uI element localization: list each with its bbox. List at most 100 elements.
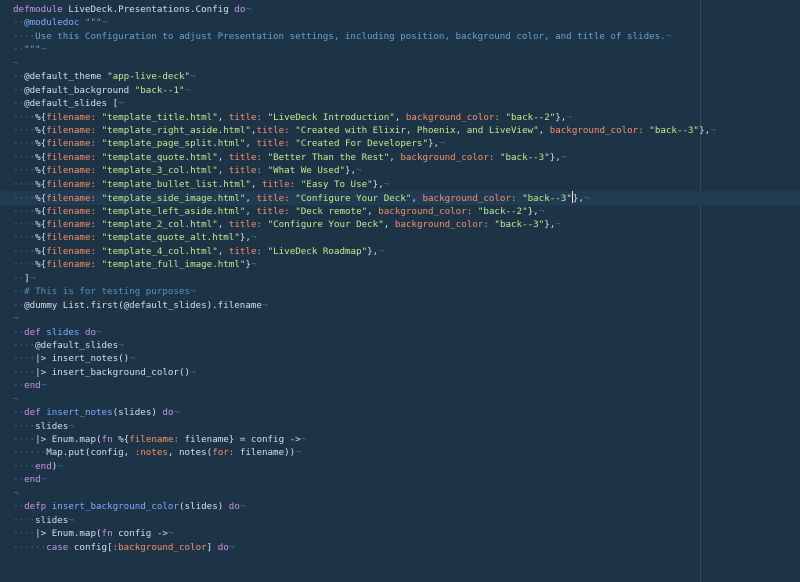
- code-line[interactable]: ····|> insert_background_color()¬: [13, 366, 800, 379]
- code-token: do: [234, 4, 246, 15]
- code-line[interactable]: ····%{filename: "template_page_split.htm…: [13, 137, 800, 150]
- code-token: ····: [13, 528, 36, 540]
- code-token: },: [527, 205, 539, 217]
- code-line[interactable]: ··end¬: [13, 379, 800, 392]
- code-line[interactable]: ····%{filename: "template_quote.html", t…: [13, 151, 800, 164]
- code-line[interactable]: ¬: [13, 312, 800, 325]
- code-line[interactable]: ····%{filename: "template_right_aside.ht…: [13, 124, 800, 137]
- code-token: %{: [35, 111, 47, 123]
- code-line[interactable]: ··def insert_notes(slides) do¬: [13, 406, 800, 419]
- code-line[interactable]: ··def slides do¬: [13, 326, 800, 339]
- code-token: Use this Configuration to adjust Present…: [35, 30, 666, 42]
- code-line[interactable]: ····%{filename: "template_title.html", t…: [13, 111, 800, 124]
- code-token: filename:: [46, 151, 97, 163]
- code-line[interactable]: ··end¬: [13, 473, 800, 486]
- code-line[interactable]: ··"""¬: [13, 43, 800, 56]
- code-token: ¬: [560, 151, 567, 163]
- code-line[interactable]: ····%{filename: "template_4_col.html", t…: [13, 245, 800, 258]
- code-line[interactable]: ¬: [13, 57, 800, 70]
- code-token: ····: [13, 165, 36, 177]
- code-line[interactable]: ··# This is for testing purposes¬: [13, 285, 800, 298]
- code-token: %{: [35, 259, 47, 271]
- code-line[interactable]: ····@default_slides¬: [13, 339, 800, 352]
- code-token: ··: [13, 326, 25, 338]
- code-token: },: [367, 245, 379, 257]
- code-token: %{: [35, 245, 47, 257]
- code-lines[interactable]: defmodule LiveDeck.Presentations.Config …: [0, 3, 800, 554]
- code-token: title:: [228, 151, 263, 163]
- code-token: title:: [256, 138, 290, 150]
- code-token: filename:: [46, 205, 97, 217]
- code-editor[interactable]: defmodule LiveDeck.Presentations.Config …: [0, 0, 800, 582]
- code-token: insert_notes: [46, 407, 113, 419]
- code-line[interactable]: ¬: [13, 393, 800, 406]
- code-token: ····: [13, 434, 36, 445]
- code-line[interactable]: ······Map.put(config, :notes, notes(for:…: [13, 446, 800, 459]
- code-line[interactable]: ··@moduledoc """¬: [13, 16, 800, 29]
- code-line[interactable]: ····%{filename: "template_side_image.htm…: [0, 191, 800, 205]
- code-line[interactable]: ····%{filename: "template_quote_alt.html…: [13, 231, 800, 244]
- code-token: ,: [217, 245, 229, 257]
- code-token: filename:: [46, 259, 97, 271]
- code-line[interactable]: defmodule LiveDeck.Presentations.Config …: [13, 3, 800, 16]
- code-line[interactable]: ····end)¬: [13, 460, 800, 473]
- code-token: ,: [217, 111, 229, 123]
- code-token: ¬: [13, 393, 19, 405]
- code-token: %{: [35, 165, 47, 177]
- code-token: ,: [538, 124, 550, 136]
- code-token: background_color:: [378, 205, 473, 217]
- code-token: "template_left_aside.html": [101, 205, 246, 217]
- code-token: ····: [13, 205, 36, 217]
- code-line[interactable]: ··defp insert_background_color(slides) d…: [13, 500, 800, 513]
- code-token: ¬: [173, 407, 180, 419]
- code-line[interactable]: ······case config[:background_color] do¬: [13, 541, 800, 554]
- code-token: %{: [35, 232, 47, 244]
- code-line[interactable]: ····%{filename: "template_2_col.html", t…: [13, 218, 800, 231]
- code-line[interactable]: ··@default_theme "app-live-deck"¬: [13, 70, 800, 83]
- code-token: end: [24, 380, 41, 392]
- code-line[interactable]: ····Use this Configuration to adjust Pre…: [13, 30, 800, 43]
- code-token: do: [162, 407, 174, 419]
- code-token: |> Enum.map(: [35, 434, 102, 445]
- code-token: ····: [13, 178, 36, 190]
- code-token: for:: [212, 447, 235, 459]
- code-token: config ->: [112, 528, 168, 540]
- code-token: title:: [256, 205, 290, 217]
- code-token: ··: [13, 299, 25, 311]
- code-line[interactable]: ····slides¬: [13, 420, 800, 433]
- code-token: fn: [101, 528, 113, 540]
- code-token: %{: [112, 434, 130, 445]
- code-line[interactable]: ¬: [13, 487, 800, 500]
- code-token: ······: [13, 541, 47, 553]
- code-token: ····: [13, 151, 36, 163]
- code-token: ,: [217, 151, 229, 163]
- code-line[interactable]: ··]¬: [13, 272, 800, 285]
- code-token: ,: [245, 138, 257, 150]
- code-token: },: [699, 124, 711, 136]
- code-token: ,: [394, 111, 406, 123]
- code-line[interactable]: ····slides¬: [13, 514, 800, 527]
- code-line[interactable]: ··@dummy List.first(@default_slides).fil…: [13, 299, 800, 312]
- code-token: ,: [367, 205, 379, 217]
- code-token: },: [544, 219, 556, 230]
- code-token: ¬: [245, 4, 251, 15]
- code-line[interactable]: ····|> Enum.map(fn %{filename: filename}…: [13, 433, 800, 446]
- code-token: ¬: [250, 232, 257, 244]
- code-line[interactable]: ····|> Enum.map(fn config ->¬: [13, 527, 800, 540]
- code-line[interactable]: ····%{filename: "template_left_aside.htm…: [13, 205, 800, 218]
- code-line[interactable]: ····%{filename: "template_3_col.html", t…: [13, 164, 800, 177]
- code-token: ··: [13, 71, 25, 83]
- code-line[interactable]: ··@default_slides [¬: [13, 97, 800, 110]
- code-token: ¬: [583, 193, 590, 205]
- code-token: Map.put(config,: [46, 447, 135, 459]
- code-token: |> Enum.map(: [35, 528, 102, 540]
- code-token: ¬: [378, 245, 384, 257]
- code-token: "back--3": [522, 193, 572, 205]
- code-line[interactable]: ····|> insert_notes()¬: [13, 352, 800, 365]
- code-token: filename:: [46, 165, 97, 177]
- code-token: ¬: [566, 111, 572, 123]
- code-line[interactable]: ····%{filename: "template_bullet_list.ht…: [13, 178, 800, 191]
- code-line[interactable]: ····%{filename: "template_full_image.htm…: [13, 258, 800, 271]
- code-line[interactable]: ··@default_background "back--1"¬: [13, 84, 800, 97]
- code-token: "LiveDeck Roadmap": [267, 245, 368, 257]
